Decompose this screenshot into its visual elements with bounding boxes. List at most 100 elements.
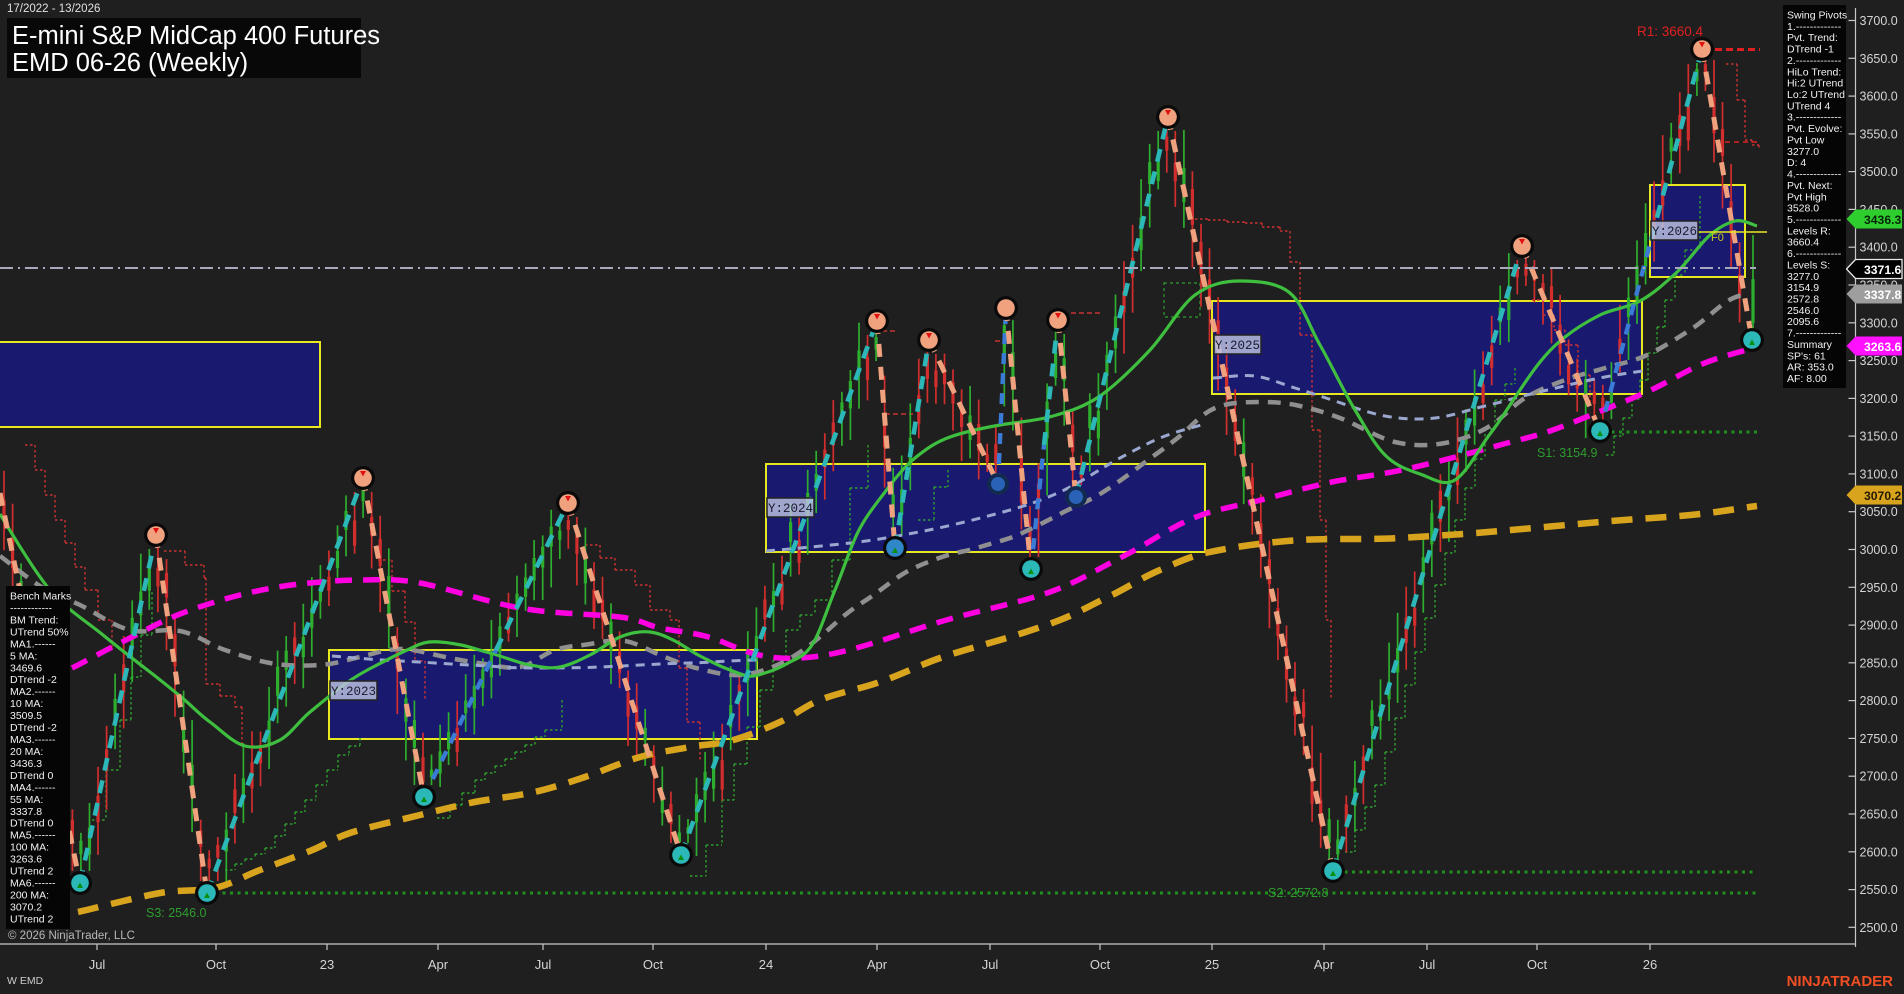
svg-text:Y:2023: Y:2023 [331,685,376,699]
svg-text:25: 25 [1205,957,1219,972]
svg-text:3250.0: 3250.0 [1860,354,1898,368]
svg-text:2095.6: 2095.6 [1787,316,1819,328]
svg-text:3070.2: 3070.2 [1864,489,1901,503]
svg-text:2650.0: 2650.0 [1860,808,1898,822]
svg-text:3528.0: 3528.0 [1787,203,1819,215]
svg-text:55 MA:: 55 MA: [10,794,43,806]
svg-text:3277.0: 3277.0 [1787,146,1819,158]
svg-text:17/2022 - 13/2026: 17/2022 - 13/2026 [7,3,100,15]
svg-text:2800.0: 2800.0 [1860,694,1898,708]
svg-text:2546.0: 2546.0 [1787,305,1819,317]
svg-text:S2: 2572.8: S2: 2572.8 [1268,886,1329,900]
svg-text:Pvt. Next:: Pvt. Next: [1787,180,1833,192]
svg-text:Oct: Oct [1527,957,1548,972]
svg-text:Y:2025: Y:2025 [1215,339,1260,353]
svg-text:UTrend 4: UTrend 4 [1787,100,1831,112]
svg-text:Y:2026: Y:2026 [1652,225,1697,239]
svg-text:3263.6: 3263.6 [10,854,42,866]
svg-text:2500.0: 2500.0 [1860,921,1898,935]
svg-text:2950.0: 2950.0 [1860,581,1898,595]
svg-text:7.-------------: 7.------------- [1787,328,1842,340]
svg-text:UTrend 2: UTrend 2 [10,866,54,878]
svg-text:© 2026 NinjaTrader, LLC: © 2026 NinjaTrader, LLC [8,930,135,942]
svg-text:Oct: Oct [206,957,227,972]
svg-text:100 MA:: 100 MA: [10,842,49,854]
svg-text:2.-------------: 2.------------- [1787,55,1842,67]
svg-text:3150.0: 3150.0 [1860,430,1898,444]
svg-text:UTrend 2: UTrend 2 [10,913,54,925]
svg-text:SP's: 61: SP's: 61 [1787,350,1826,362]
svg-text:3436.3: 3436.3 [10,758,42,770]
svg-text:3371.6: 3371.6 [1864,263,1901,277]
svg-text:Apr: Apr [1314,957,1335,972]
svg-text:2550.0: 2550.0 [1860,883,1898,897]
svg-text:DTrend -2: DTrend -2 [10,674,57,686]
svg-text:20 MA:: 20 MA: [10,746,43,758]
svg-text:MA1.------: MA1.------ [10,638,56,650]
svg-text:5 MA:: 5 MA: [10,650,37,662]
svg-text:S3: 2546.0: S3: 2546.0 [146,906,207,920]
svg-text:3200.0: 3200.0 [1860,392,1898,406]
svg-text:23: 23 [320,957,334,972]
svg-text:DTrend -1: DTrend -1 [1787,44,1834,56]
svg-text:Apr: Apr [867,957,888,972]
svg-text:EMD 06-26 (Weekly): EMD 06-26 (Weekly) [12,49,248,77]
svg-text:MA6.------: MA6.------ [10,878,56,890]
svg-text:2700.0: 2700.0 [1860,770,1898,784]
svg-text:3700.0: 3700.0 [1860,14,1898,28]
svg-text:MA5.------: MA5.------ [10,830,56,842]
svg-text:------------: ------------ [10,603,52,615]
svg-text:200 MA:: 200 MA: [10,890,49,902]
svg-text:3550.0: 3550.0 [1860,127,1898,141]
svg-text:3436.3: 3436.3 [1864,213,1901,227]
svg-text:R1: 3660.4: R1: 3660.4 [1637,24,1704,39]
svg-text:10 MA:: 10 MA: [10,698,43,710]
svg-text:Y:2024: Y:2024 [768,502,813,516]
svg-text:Jul: Jul [1419,957,1436,972]
svg-text:W EMD: W EMD [7,975,44,987]
svg-text:D: 4: D: 4 [1787,157,1806,169]
svg-text:HiLo Trend:: HiLo Trend: [1787,66,1841,78]
svg-text:MA2.------: MA2.------ [10,686,56,698]
svg-text:Oct: Oct [1090,957,1111,972]
svg-text:Jul: Jul [535,957,552,972]
svg-text:Apr: Apr [428,957,449,972]
svg-text:5.-------------: 5.------------- [1787,214,1842,226]
svg-text:2600.0: 2600.0 [1860,845,1898,859]
svg-text:Pvt Low: Pvt Low [1787,135,1825,147]
svg-text:AF: 8.00: AF: 8.00 [1787,373,1827,385]
svg-text:3.-------------: 3.------------- [1787,112,1842,124]
svg-text:DTrend 0: DTrend 0 [10,818,54,830]
svg-text:NINJATRADER: NINJATRADER [1787,973,1894,990]
svg-text:E-mini S&P MidCap 400 Futures: E-mini S&P MidCap 400 Futures [12,22,380,50]
svg-text:4.-------------: 4.------------- [1787,169,1842,181]
svg-text:6.-------------: 6.------------- [1787,248,1842,260]
svg-text:3100.0: 3100.0 [1860,467,1898,481]
svg-text:DTrend -2: DTrend -2 [10,722,57,734]
svg-text:S1: 3154.9: S1: 3154.9 [1537,446,1598,460]
svg-text:Jul: Jul [89,957,106,972]
svg-text:3300.0: 3300.0 [1860,316,1898,330]
svg-text:1.-------------: 1.------------- [1787,21,1842,33]
svg-text:3600.0: 3600.0 [1860,90,1898,104]
svg-text:2750.0: 2750.0 [1860,732,1898,746]
svg-text:MA3.------: MA3.------ [10,734,56,746]
svg-text:UTrend 50%: UTrend 50% [10,626,69,638]
svg-text:DTrend 0: DTrend 0 [10,770,54,782]
svg-text:24: 24 [759,957,773,972]
svg-text:3469.6: 3469.6 [10,662,42,674]
svg-text:Swing Pivots: Swing Pivots [1787,10,1847,22]
svg-text:3660.4: 3660.4 [1787,237,1819,249]
svg-text:3050.0: 3050.0 [1860,505,1898,519]
svg-text:F0: F0 [1711,232,1724,244]
svg-text:2572.8: 2572.8 [1787,294,1819,306]
svg-text:3277.0: 3277.0 [1787,271,1819,283]
svg-text:Levels S:: Levels S: [1787,259,1830,271]
svg-text:3650.0: 3650.0 [1860,52,1898,66]
svg-text:3509.5: 3509.5 [10,710,42,722]
svg-text:Pvt. Evolve:: Pvt. Evolve: [1787,123,1842,135]
svg-text:Lo:2 UTrend: Lo:2 UTrend [1787,89,1845,101]
svg-text:Pvt High: Pvt High [1787,191,1827,203]
svg-text:3263.6: 3263.6 [1864,340,1901,354]
svg-text:3337.8: 3337.8 [1864,288,1901,302]
